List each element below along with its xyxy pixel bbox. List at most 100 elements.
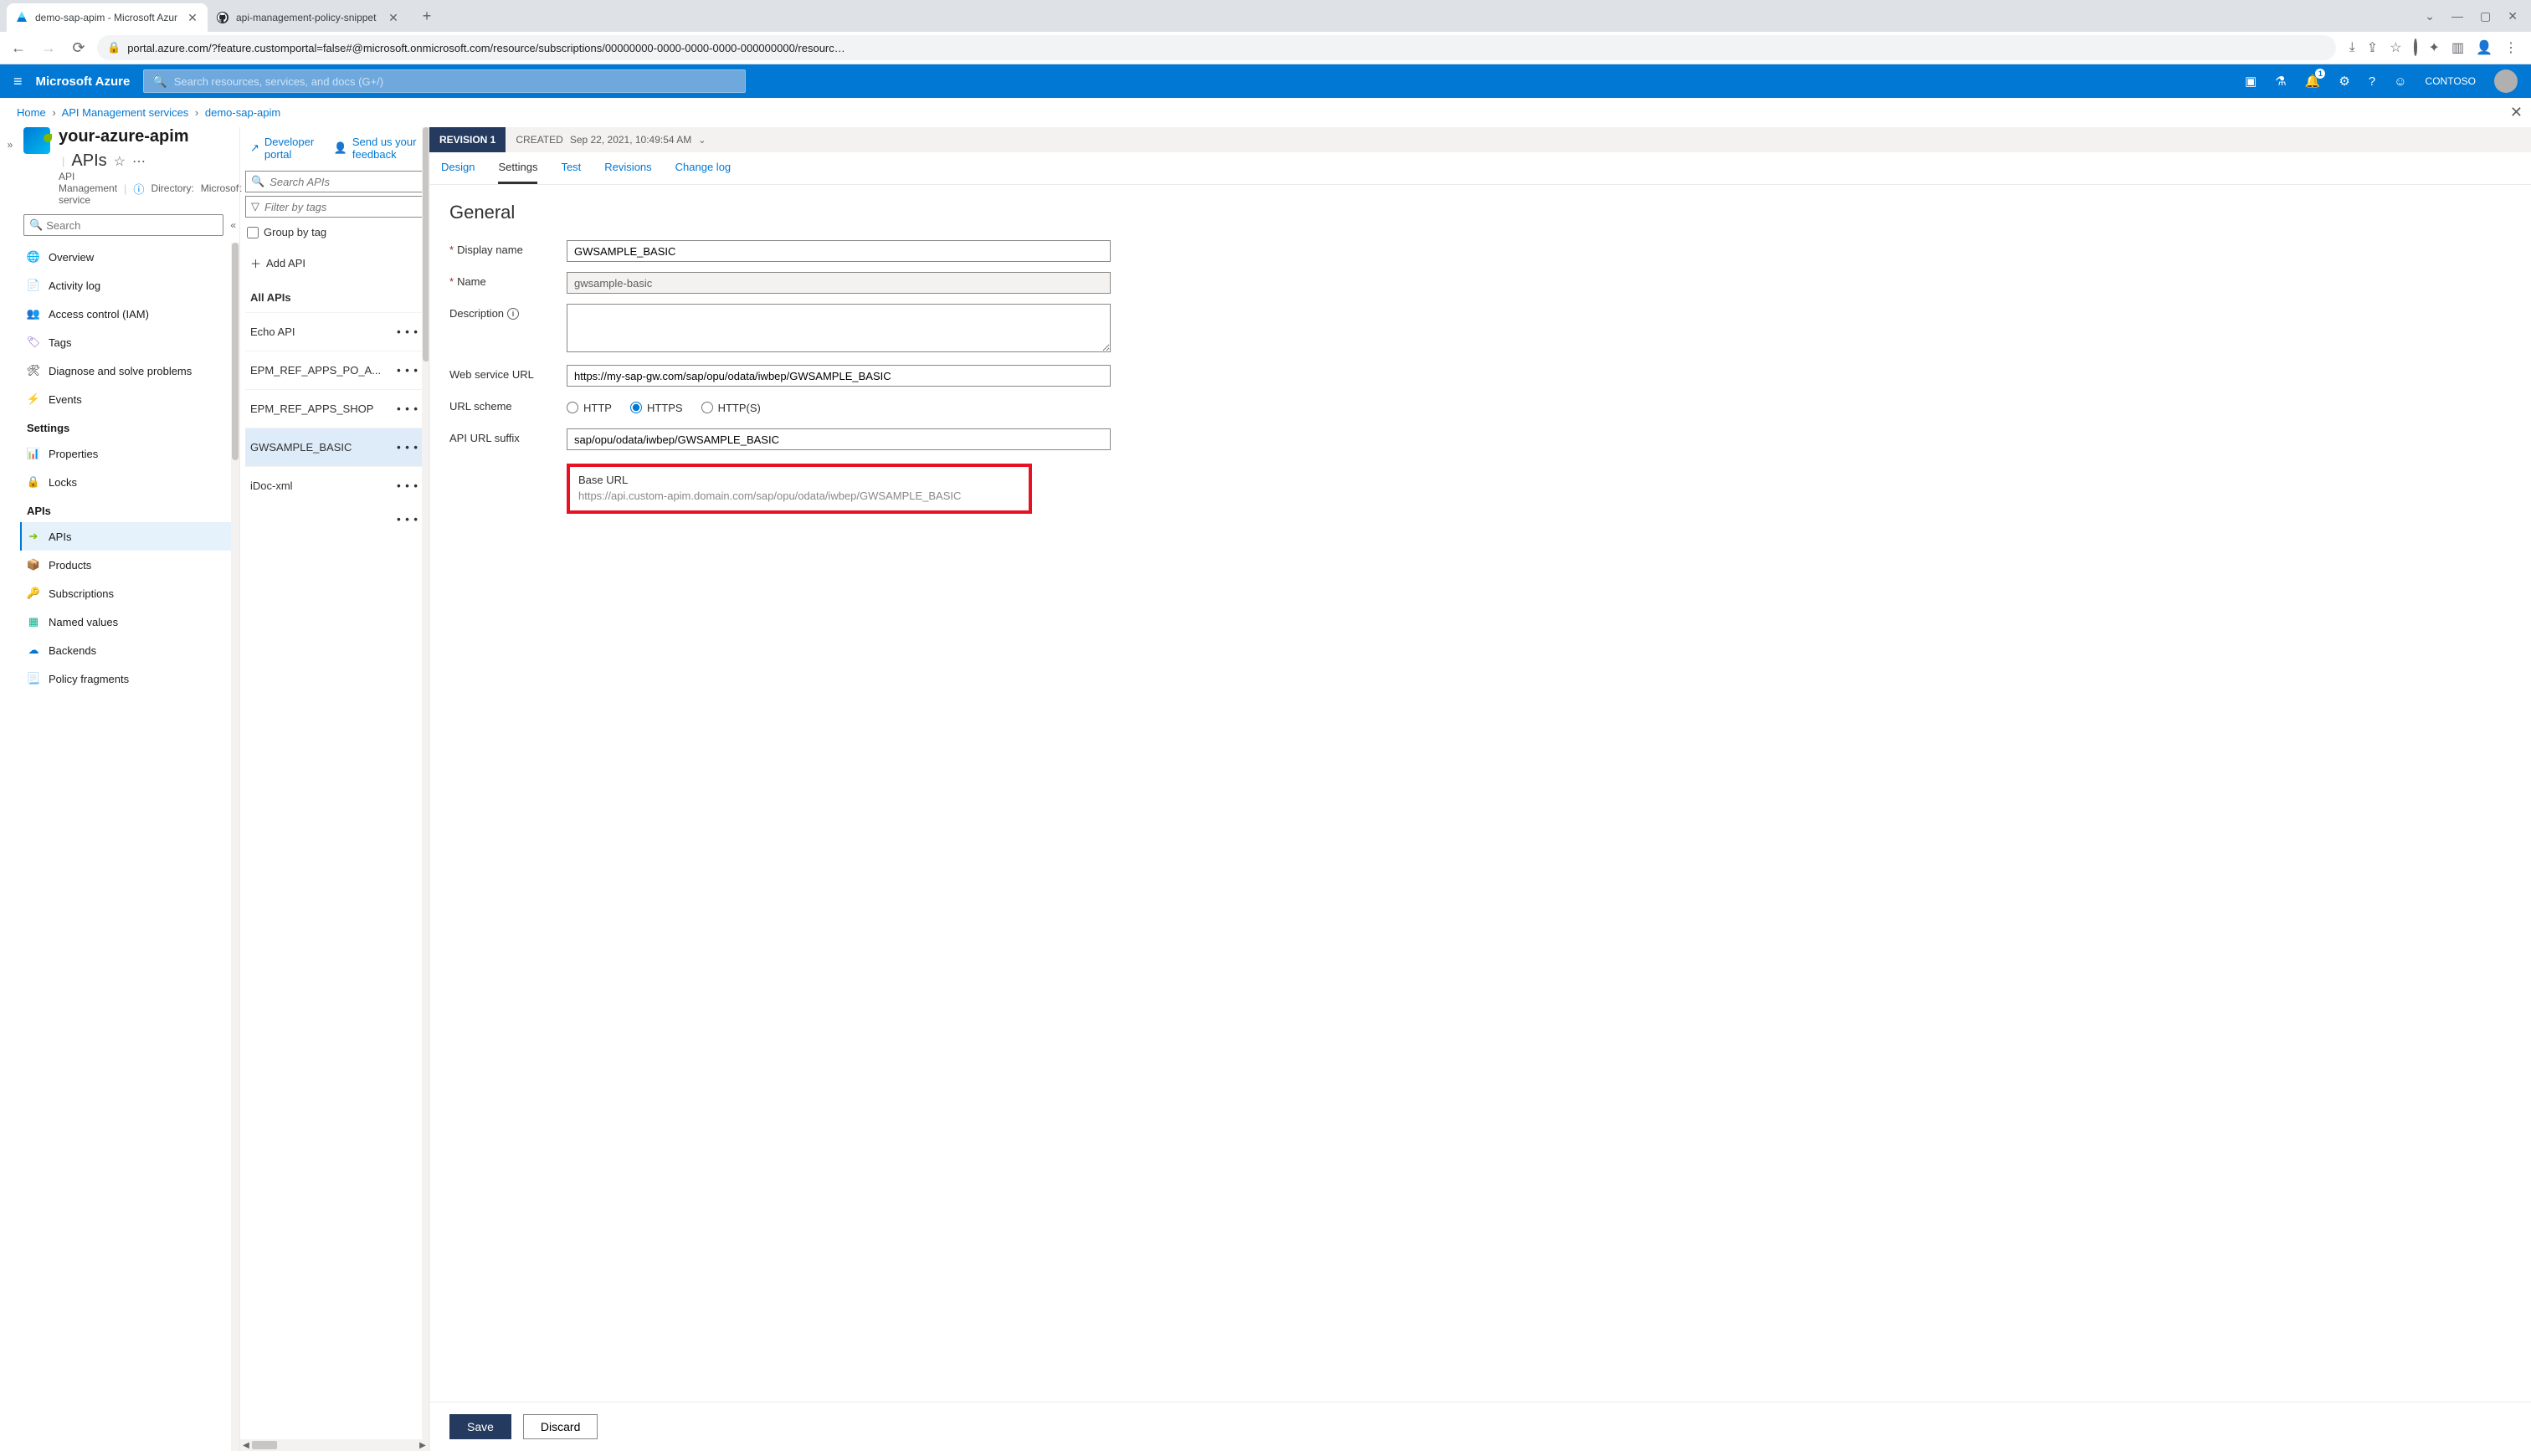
chrome-dropdown-icon[interactable]: ⌄ bbox=[2425, 9, 2435, 23]
nav-item[interactable]: 🌐Overview bbox=[20, 243, 239, 271]
scrollbar-horizontal[interactable]: ◀ ▶ bbox=[240, 1439, 429, 1451]
scrollbar-thumb[interactable] bbox=[252, 1441, 277, 1449]
more-apis-icon[interactable]: • • • bbox=[245, 505, 424, 534]
scheme-httpss-radio[interactable] bbox=[701, 402, 713, 413]
api-item-menu-icon[interactable]: • • • bbox=[397, 441, 418, 454]
notifications-icon[interactable]: 🔔1 bbox=[2305, 74, 2321, 89]
minimize-icon[interactable]: — bbox=[2451, 9, 2463, 23]
api-search-input[interactable] bbox=[270, 176, 418, 188]
api-url-suffix-input[interactable] bbox=[567, 428, 1111, 450]
profile-dot-icon[interactable] bbox=[2414, 40, 2417, 55]
menu-icon[interactable]: ⋮ bbox=[2504, 39, 2518, 56]
nav-item[interactable]: 🔒Locks bbox=[20, 468, 239, 496]
sidebar-icon[interactable]: ▥ bbox=[2451, 39, 2464, 56]
nav-item[interactable]: 🛠Diagnose and solve problems bbox=[20, 356, 239, 385]
favorite-star-icon[interactable]: ☆ bbox=[114, 153, 126, 170]
back-button[interactable]: ← bbox=[7, 36, 30, 59]
tab-test[interactable]: Test bbox=[561, 161, 581, 184]
install-icon[interactable]: ⤓ bbox=[2349, 40, 2355, 55]
all-apis-item[interactable]: All APIs bbox=[245, 283, 424, 312]
nav-item[interactable]: 📊Properties bbox=[20, 439, 239, 468]
extensions-icon[interactable]: ✦ bbox=[2429, 39, 2440, 56]
nav-item[interactable]: ⚡Events bbox=[20, 385, 239, 413]
help-icon[interactable]: ? bbox=[2369, 74, 2375, 89]
nav-item[interactable]: 🏷Tags bbox=[20, 328, 239, 356]
scroll-left-icon[interactable]: ◀ bbox=[240, 1441, 252, 1450]
tenant-label[interactable]: CONTOSO bbox=[2426, 75, 2476, 87]
tab-revisions[interactable]: Revisions bbox=[604, 161, 651, 184]
nav-search[interactable]: 🔍 bbox=[23, 214, 223, 236]
brand-text[interactable]: Microsoft Azure bbox=[36, 74, 131, 89]
breadcrumb-item[interactable]: demo-sap-apim bbox=[205, 106, 280, 119]
api-item-menu-icon[interactable]: • • • bbox=[397, 479, 418, 492]
chevron-down-icon[interactable]: ⌄ bbox=[698, 135, 706, 146]
api-item-menu-icon[interactable]: • • • bbox=[397, 326, 418, 338]
api-list-item[interactable]: GWSAMPLE_BASIC• • • bbox=[245, 428, 424, 466]
discard-button[interactable]: Discard bbox=[523, 1414, 598, 1439]
developer-portal-link[interactable]: ↗Developer portal bbox=[250, 136, 316, 161]
api-list-item[interactable]: EPM_REF_APPS_SHOP• • • bbox=[245, 389, 424, 428]
nav-item[interactable]: ➔APIs bbox=[20, 522, 239, 551]
browser-tab-inactive[interactable]: api-management-policy-snippet ✕ bbox=[208, 3, 408, 32]
filter-icon[interactable]: ⚗ bbox=[2275, 74, 2286, 89]
hamburger-icon[interactable]: ≡ bbox=[13, 73, 23, 90]
scroll-right-icon[interactable]: ▶ bbox=[417, 1441, 429, 1450]
global-search-input[interactable] bbox=[174, 75, 737, 88]
feedback-link[interactable]: 👤Send us your feedback bbox=[334, 136, 424, 161]
account-icon[interactable]: 👤 bbox=[2476, 39, 2492, 56]
nav-item[interactable]: 🔑Subscriptions bbox=[20, 579, 239, 608]
share-icon[interactable]: ⇪ bbox=[2367, 39, 2378, 56]
address-bar[interactable]: 🔒 portal.azure.com/?feature.customportal… bbox=[97, 35, 2336, 60]
more-icon[interactable]: ⋯ bbox=[132, 153, 146, 170]
nav-item[interactable]: 📃Policy fragments bbox=[20, 664, 239, 693]
info-icon[interactable]: ⓘ bbox=[133, 181, 144, 197]
collapse-nav-icon[interactable]: « bbox=[230, 219, 236, 231]
description-input[interactable] bbox=[567, 304, 1111, 352]
close-blade-icon[interactable]: ✕ bbox=[2510, 104, 2523, 121]
tab-settings[interactable]: Settings bbox=[498, 161, 537, 184]
cloud-shell-icon[interactable]: ▣ bbox=[2245, 74, 2256, 89]
api-item-menu-icon[interactable]: • • • bbox=[397, 402, 418, 415]
api-filter-input[interactable] bbox=[264, 201, 418, 213]
breadcrumb-item[interactable]: API Management services bbox=[62, 106, 189, 119]
scrollbar-thumb[interactable] bbox=[232, 243, 239, 460]
breadcrumb-home[interactable]: Home bbox=[17, 106, 46, 119]
avatar[interactable] bbox=[2494, 69, 2518, 93]
tab-change-log[interactable]: Change log bbox=[675, 161, 732, 184]
scrollbar-vertical[interactable] bbox=[231, 243, 239, 1451]
close-icon[interactable]: ✕ bbox=[186, 11, 199, 24]
save-button[interactable]: Save bbox=[449, 1414, 511, 1439]
star-icon[interactable]: ☆ bbox=[2390, 39, 2401, 56]
reload-button[interactable]: ⟳ bbox=[67, 36, 90, 59]
add-api-button[interactable]: ＋ Add API bbox=[245, 244, 424, 283]
maximize-icon[interactable]: ▢ bbox=[2480, 9, 2491, 23]
feedback-icon[interactable]: ☺ bbox=[2394, 74, 2406, 89]
api-list-item[interactable]: iDoc-xml• • • bbox=[245, 466, 424, 505]
nav-search-input[interactable] bbox=[46, 219, 218, 232]
forward-button[interactable]: → bbox=[37, 36, 60, 59]
scheme-http-radio[interactable] bbox=[567, 402, 578, 413]
display-name-input[interactable] bbox=[567, 240, 1111, 262]
collapse-global-nav[interactable]: » bbox=[0, 127, 20, 1451]
nav-item[interactable]: ▦Named values bbox=[20, 608, 239, 636]
group-by-tag-checkbox[interactable] bbox=[247, 227, 259, 238]
nav-item[interactable]: 👥Access control (IAM) bbox=[20, 300, 239, 328]
nav-item[interactable]: 📦Products bbox=[20, 551, 239, 579]
nav-item[interactable]: ☁Backends bbox=[20, 636, 239, 664]
tab-design[interactable]: Design bbox=[441, 161, 475, 184]
web-service-url-input[interactable] bbox=[567, 365, 1111, 387]
browser-tab-active[interactable]: demo-sap-apim - Microsoft Azur ✕ bbox=[7, 3, 208, 32]
api-list-item[interactable]: EPM_REF_APPS_PO_A...• • • bbox=[245, 351, 424, 389]
group-by-tag[interactable]: Group by tag bbox=[245, 221, 424, 244]
api-item-menu-icon[interactable]: • • • bbox=[397, 364, 418, 377]
revision-badge[interactable]: REVISION 1 bbox=[429, 127, 506, 152]
info-icon[interactable]: i bbox=[507, 308, 519, 320]
close-window-icon[interactable]: ✕ bbox=[2508, 9, 2518, 23]
new-tab-button[interactable]: + bbox=[415, 4, 439, 28]
global-search[interactable]: 🔍 bbox=[143, 69, 746, 93]
scheme-https-radio[interactable] bbox=[630, 402, 642, 413]
nav-item[interactable]: 📄Activity log bbox=[20, 271, 239, 300]
settings-icon[interactable]: ⚙ bbox=[2338, 74, 2349, 89]
api-filter[interactable]: ▽ bbox=[245, 196, 424, 218]
api-search[interactable]: 🔍 bbox=[245, 171, 424, 192]
